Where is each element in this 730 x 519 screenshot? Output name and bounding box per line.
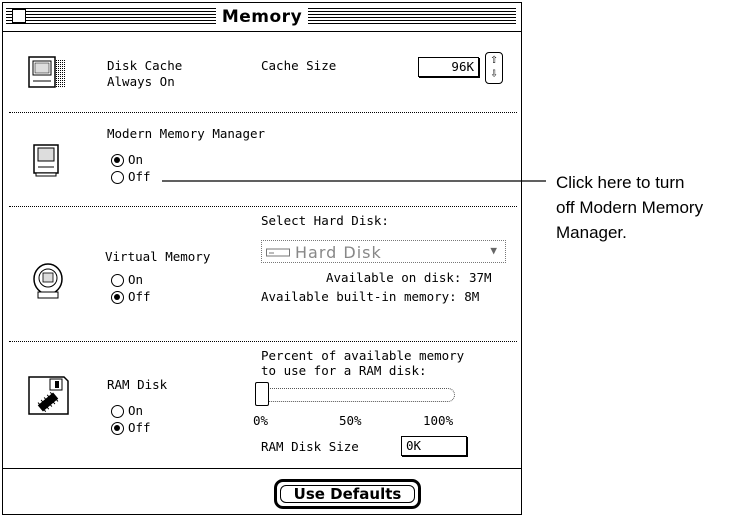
callout-text-line-3: Manager. [556,223,627,242]
callout-text-line-1: Click here to turn [556,173,685,192]
callout-text-line-2: off Modern Memory [556,198,704,217]
callout-leader-line [162,180,546,182]
